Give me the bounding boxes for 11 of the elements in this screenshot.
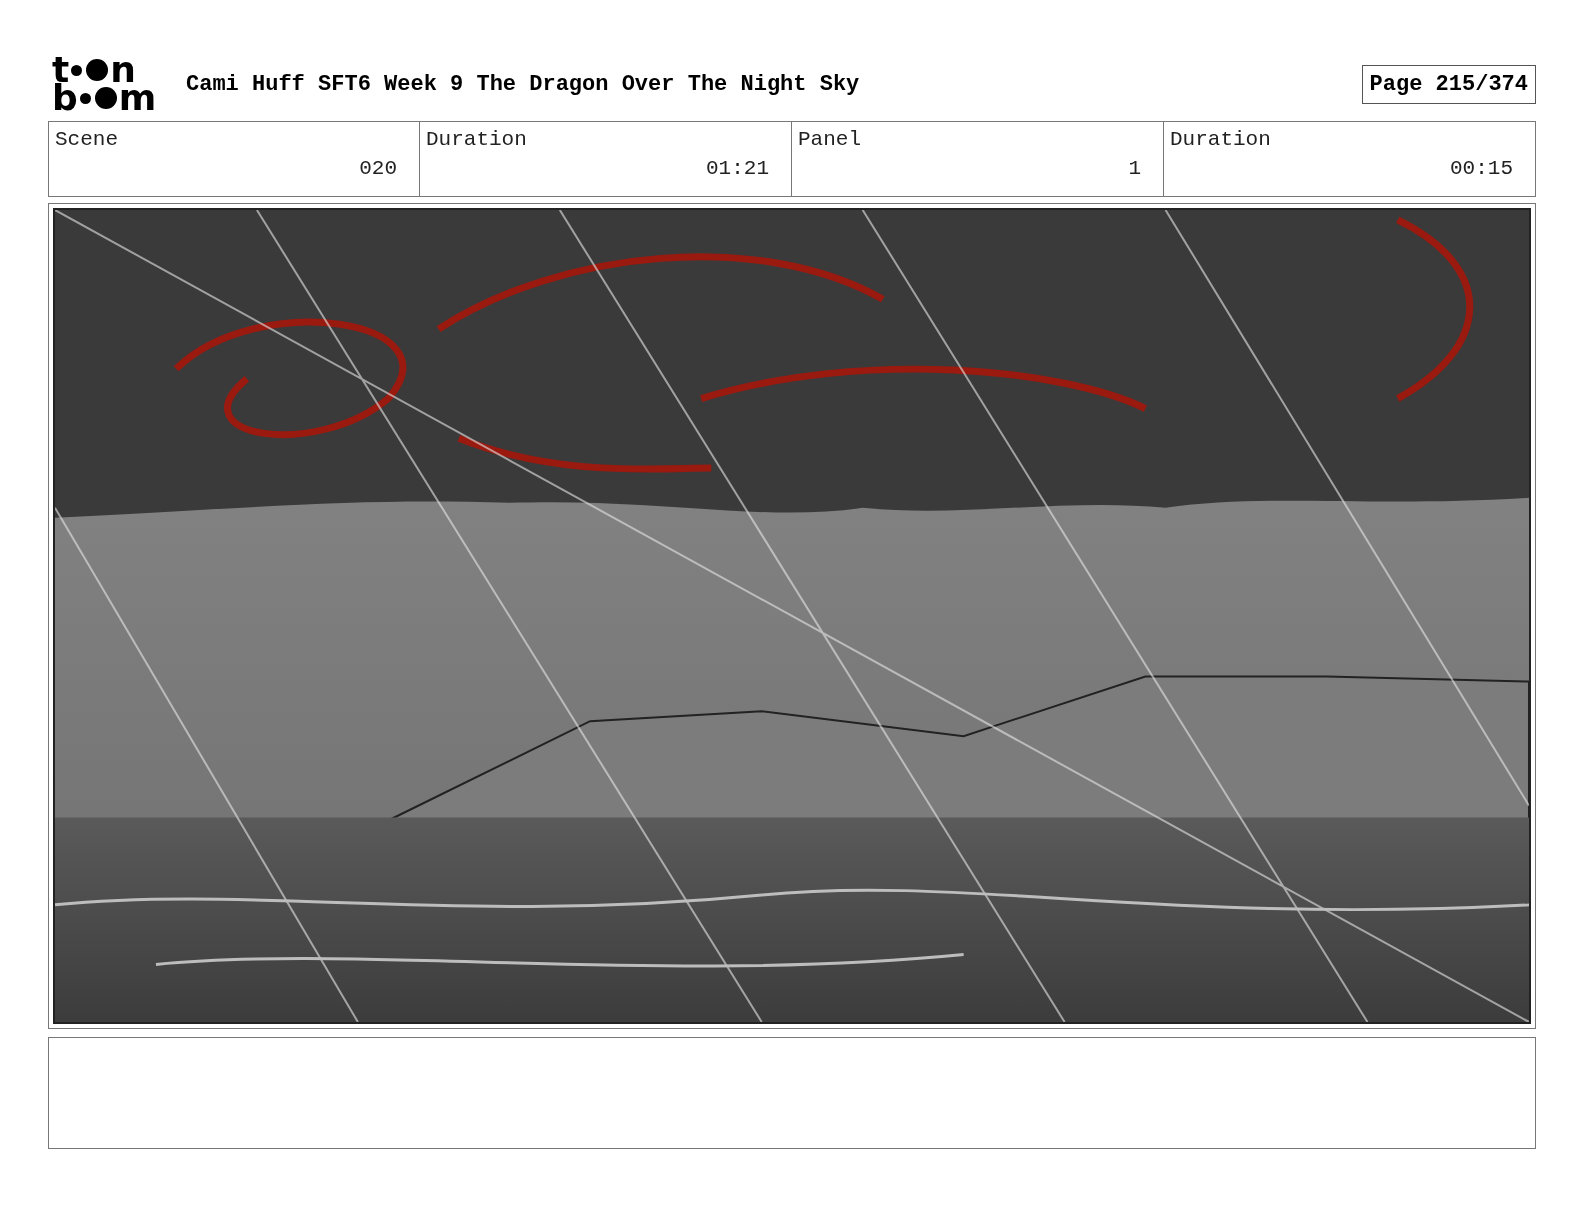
field-value: 00:15 bbox=[1449, 157, 1513, 180]
field-value: 01:21 bbox=[705, 157, 769, 180]
field-label: Duration bbox=[1170, 128, 1272, 151]
field-label: Panel bbox=[798, 128, 862, 151]
field-value: 1 bbox=[1127, 157, 1141, 180]
document-title: Cami Huff SFT6 Week 9 The Dragon Over The Night Sky bbox=[186, 71, 861, 97]
page-number: Page 215/374 bbox=[1361, 64, 1536, 104]
logo: t n b m bbox=[52, 56, 158, 112]
field-value: 020 bbox=[358, 157, 397, 180]
field-label: Duration bbox=[426, 128, 528, 151]
field-label: Scene bbox=[55, 128, 119, 151]
